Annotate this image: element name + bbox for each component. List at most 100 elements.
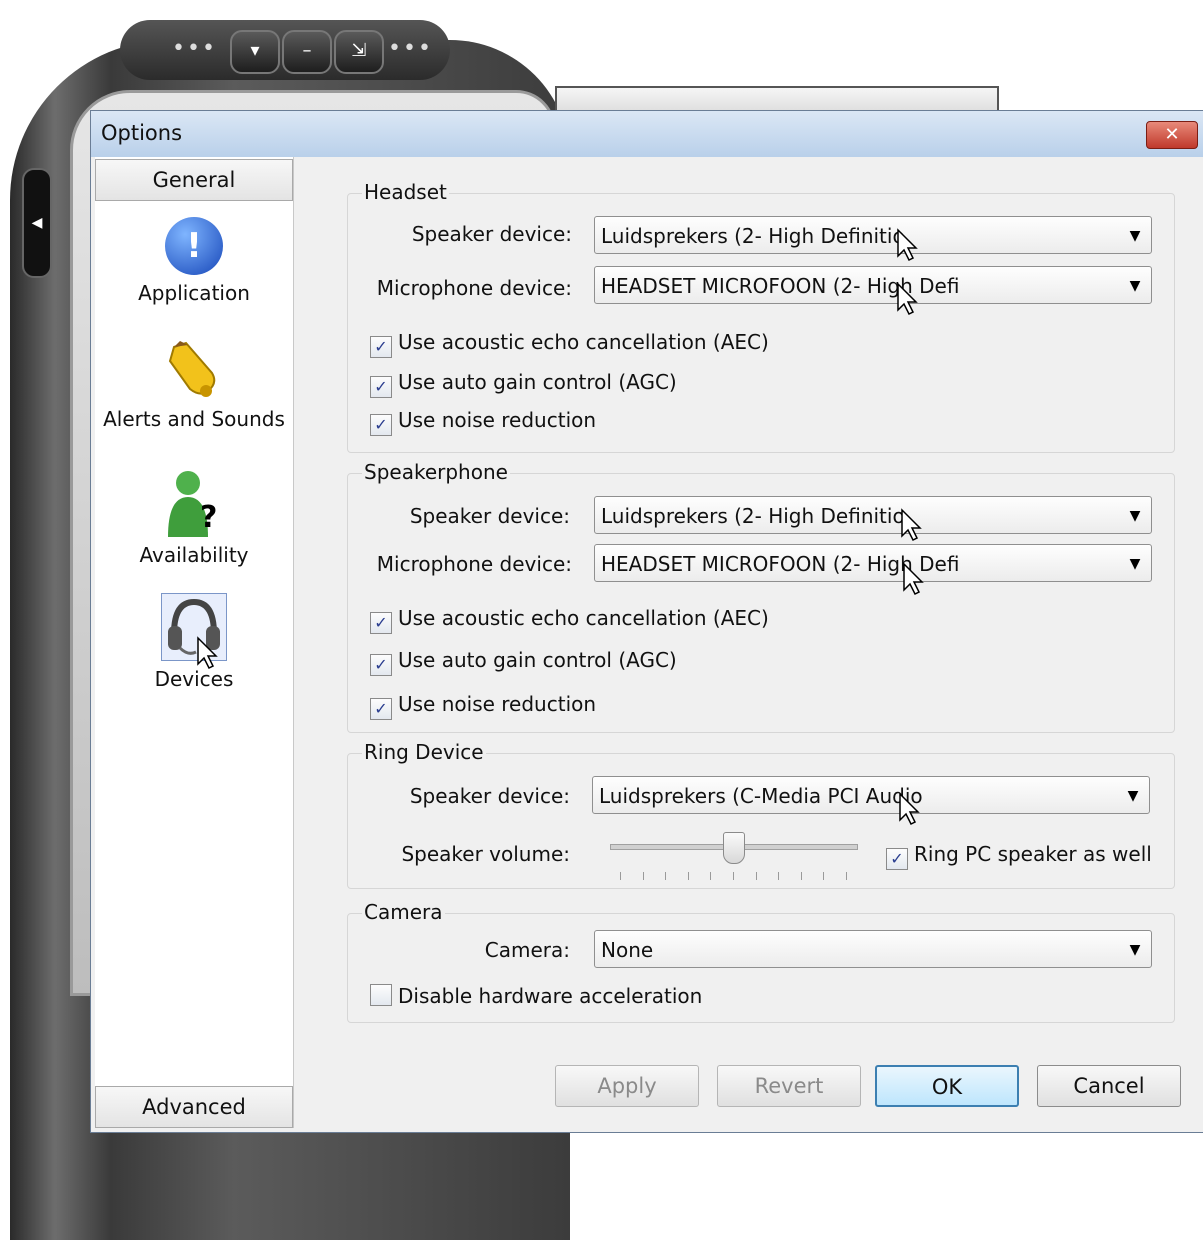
camera-label: Camera: <box>484 938 570 962</box>
headset-noise-checkbox[interactable]: ✓ Use noise reduction <box>370 408 596 436</box>
checkbox-checked-icon[interactable]: ✓ <box>886 848 908 870</box>
sidebar-item-devices[interactable]: Devices <box>95 593 293 691</box>
checkbox-label: Use noise reduction <box>398 408 597 432</box>
select-value: Luidsprekers (2- High Definitio <box>601 224 905 248</box>
microphone-device-label: Microphone device: <box>376 552 572 576</box>
headset-microphone-select[interactable]: HEADSET MICROFOON (2- High Defi ▼ <box>594 266 1152 304</box>
headset-group: Headset Speaker device: Luidsprekers (2-… <box>347 180 1175 453</box>
camera-group-title: Camera <box>362 900 445 924</box>
apply-button[interactable]: Apply <box>555 1065 699 1107</box>
chevron-down-icon: ▼ <box>1129 942 1141 958</box>
sidebar-item-label: Alerts and Sounds <box>103 407 285 431</box>
disable-hw-acceleration-checkbox[interactable]: Disable hardware acceleration <box>370 984 702 1008</box>
speakerphone-speaker-select[interactable]: Luidsprekers (2- High Definitio ▼ <box>594 496 1152 534</box>
headset-speaker-select[interactable]: Luidsprekers (2- High Definitio ▼ <box>594 216 1152 254</box>
slider-tick <box>733 872 734 880</box>
sidebar-item-alerts[interactable]: Alerts and Sounds <box>95 339 293 431</box>
chevron-down-icon: ▼ <box>1129 556 1141 572</box>
slider-tick <box>801 872 802 880</box>
speaker-volume-label: Speaker volume: <box>401 842 570 866</box>
select-value: Luidsprekers (2- High Definitio <box>601 504 905 528</box>
availability-icon: ? <box>168 471 217 537</box>
ring-speaker-select[interactable]: Luidsprekers (C-Media PCI Audio ▼ <box>592 776 1150 814</box>
chevron-down-icon: ▼ <box>1129 278 1141 294</box>
speakerphone-group-title: Speakerphone <box>362 460 510 484</box>
sidebar-tab-advanced[interactable]: Advanced <box>95 1086 293 1128</box>
speakerphone-aec-checkbox[interactable]: ✓ Use acoustic echo cancellation (AEC) <box>370 606 769 634</box>
sidebar-item-label: Application <box>138 281 250 305</box>
sidebar-item-application[interactable]: ! Application <box>95 217 293 305</box>
cursor-icon <box>903 562 924 596</box>
revert-button[interactable]: Revert <box>717 1065 861 1107</box>
select-value: None <box>601 938 654 962</box>
speakerphone-group: Speakerphone Speaker device: Luidspreker… <box>347 460 1175 733</box>
close-button[interactable]: ✕ <box>1146 121 1198 149</box>
microphone-device-label: Microphone device: <box>376 276 572 300</box>
checkbox-label: Disable hardware acceleration <box>398 984 703 1008</box>
minimize-button[interactable]: – <box>282 30 332 74</box>
chevron-down-icon: ▼ <box>1129 228 1141 244</box>
slider-thumb[interactable] <box>723 832 745 864</box>
speakerphone-agc-checkbox[interactable]: ✓ Use auto gain control (AGC) <box>370 648 677 676</box>
devices-panel: Headset Speaker device: Luidsprekers (2-… <box>321 157 1201 1132</box>
checkbox-checked-icon[interactable]: ✓ <box>370 336 392 358</box>
slider-tick <box>688 872 689 880</box>
checkbox-checked-icon[interactable]: ✓ <box>370 414 392 436</box>
checkbox-label: Use auto gain control (AGC) <box>398 370 677 394</box>
chevron-down-icon: ▼ <box>1127 788 1139 804</box>
checkbox-label: Use auto gain control (AGC) <box>398 648 677 672</box>
cursor-icon <box>897 282 918 316</box>
speakerphone-noise-checkbox[interactable]: ✓ Use noise reduction <box>370 692 596 720</box>
slider-tick <box>710 872 711 880</box>
sidebar-item-label: Availability <box>139 543 249 567</box>
slider-tick <box>756 872 757 880</box>
speaker-volume-slider[interactable] <box>610 832 858 882</box>
options-dialog: Options ✕ General ! Application Alerts a… <box>90 110 1203 1133</box>
checkbox-label: Use acoustic echo cancellation (AEC) <box>398 606 769 630</box>
speakerphone-microphone-select[interactable]: HEADSET MICROFOON (2- High Defi ▼ <box>594 544 1152 582</box>
slider-tick <box>643 872 644 880</box>
sidebar-item-label: Devices <box>154 667 234 691</box>
checkbox-label: Ring PC speaker as well <box>914 842 1152 866</box>
bell-icon <box>168 341 216 397</box>
checkbox-checked-icon[interactable]: ✓ <box>370 654 392 676</box>
checkbox-checked-icon[interactable]: ✓ <box>370 698 392 720</box>
checkbox-label: Use noise reduction <box>398 692 597 716</box>
window-title: Options <box>101 121 183 145</box>
cursor-icon <box>899 792 920 826</box>
slider-tick <box>620 872 621 880</box>
ring-device-group: Ring Device Speaker device: Luidsprekers… <box>347 740 1175 889</box>
cursor-icon <box>897 228 918 262</box>
chevron-down-icon: ▼ <box>1129 508 1141 524</box>
info-icon: ! <box>165 217 223 275</box>
cursor-icon <box>901 508 922 542</box>
headset-agc-checkbox[interactable]: ✓ Use auto gain control (AGC) <box>370 370 677 398</box>
speaker-device-label: Speaker device: <box>409 504 570 528</box>
title-bar[interactable]: Options ✕ <box>91 111 1203 157</box>
slider-tick <box>778 872 779 880</box>
dots-left: ••• <box>172 36 217 61</box>
sidebar: General ! Application Alerts and Sounds … <box>95 157 294 1128</box>
slider-tick <box>846 872 847 880</box>
headset-group-title: Headset <box>362 180 449 204</box>
sidebar-item-availability[interactable]: ? Availability <box>95 467 293 567</box>
ring-pc-speaker-checkbox[interactable]: ✓ Ring PC speaker as well <box>886 842 1152 870</box>
camera-group: Camera Camera: None ▼ Disable hardware a… <box>347 900 1175 1023</box>
sidebar-tab-general[interactable]: General <box>95 159 293 201</box>
cancel-button[interactable]: Cancel <box>1037 1065 1181 1107</box>
compact-button[interactable]: ⇲ <box>334 30 384 74</box>
speaker-device-label: Speaker device: <box>411 222 572 246</box>
expand-handle-icon[interactable]: ◀ <box>22 168 52 278</box>
checkbox-unchecked-icon[interactable] <box>370 984 392 1006</box>
camera-select[interactable]: None ▼ <box>594 930 1152 968</box>
cursor-icon <box>197 636 218 670</box>
headset-aec-checkbox[interactable]: ✓ Use acoustic echo cancellation (AEC) <box>370 330 769 358</box>
dropdown-button[interactable]: ▾ <box>230 30 280 74</box>
dots-right: ••• <box>388 36 433 61</box>
checkbox-checked-icon[interactable]: ✓ <box>370 376 392 398</box>
ok-button[interactable]: OK <box>875 1065 1019 1107</box>
ring-device-group-title: Ring Device <box>362 740 486 764</box>
svg-text:?: ? <box>200 500 217 535</box>
select-value: Luidsprekers (C-Media PCI Audio <box>599 784 923 808</box>
checkbox-checked-icon[interactable]: ✓ <box>370 612 392 634</box>
